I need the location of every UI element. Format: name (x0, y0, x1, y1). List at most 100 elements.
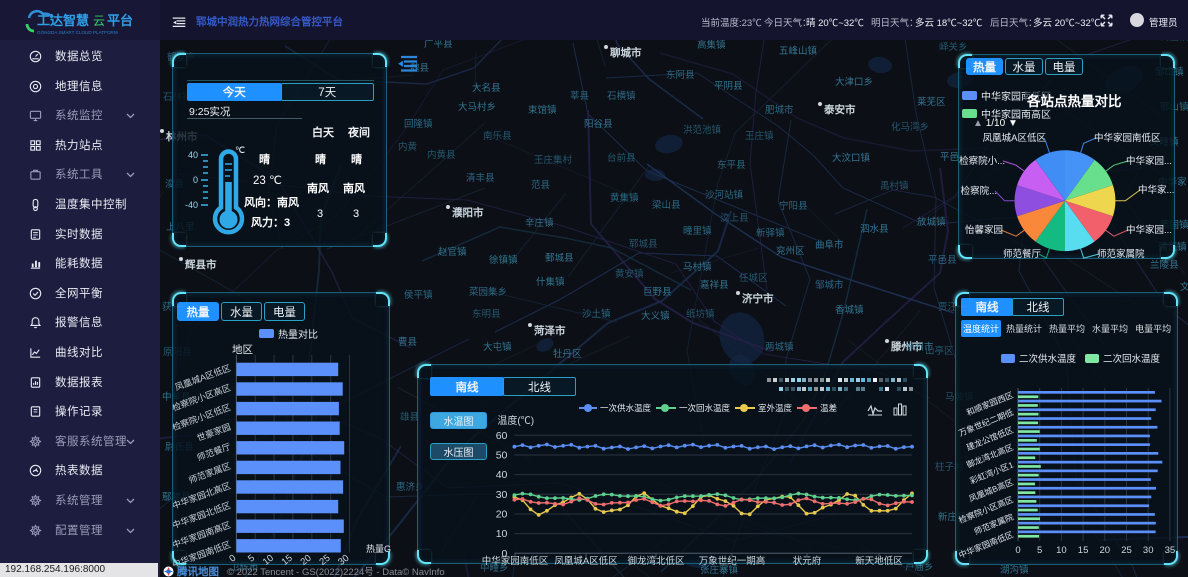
svg-text:沙河站镇: 沙河站镇 (705, 189, 744, 201)
svg-text:泗水县: 泗水县 (860, 223, 889, 235)
svg-text:鄄城县: 鄄城县 (545, 253, 574, 264)
svg-text:徐州市: 徐州市 (905, 341, 934, 353)
svg-text:兖州区: 兖州区 (776, 245, 805, 257)
svg-text:内黄: 内黄 (398, 141, 417, 153)
svg-text:世豪家园: 世豪家园 (195, 421, 232, 443)
svg-text:东阿县: 东阿县 (666, 69, 695, 81)
svg-text:化马湾乡: 化马湾乡 (891, 121, 929, 133)
svg-text:60: 60 (496, 430, 508, 442)
svg-text:50: 50 (496, 450, 508, 462)
svg-text:平邑县: 平邑县 (928, 255, 957, 266)
svg-text:曲阜市: 曲阜市 (815, 239, 844, 251)
svg-text:什集镇: 什集镇 (536, 276, 565, 288)
svg-text:香城镇: 香城镇 (835, 304, 864, 316)
svg-text:曹县: 曹县 (398, 336, 417, 348)
svg-text:大津口乡: 大津口乡 (835, 76, 873, 88)
svg-text:20: 20 (1100, 545, 1111, 556)
svg-text:兰陵县: 兰陵县 (1150, 259, 1179, 271)
svg-text:20: 20 (496, 509, 508, 521)
svg-text:大汶口镇: 大汶口镇 (832, 152, 871, 164)
svg-text:0: 0 (193, 175, 198, 185)
svg-text:黄集镇: 黄集镇 (610, 192, 639, 204)
svg-text:中华家园...: 中华家园... (1126, 224, 1172, 236)
svg-text:纸坊镇: 纸坊镇 (686, 308, 715, 320)
svg-text:王庄镇: 王庄镇 (745, 130, 774, 142)
svg-text:检察院小...: 检察院小... (959, 155, 1005, 167)
svg-text:两城镇: 两城镇 (765, 341, 794, 353)
svg-text:马村镇: 马村镇 (683, 261, 712, 273)
svg-text:大马村乡: 大马村乡 (458, 101, 496, 113)
svg-text:25: 25 (1121, 545, 1132, 556)
svg-text:洪范池镇: 洪范池镇 (683, 124, 722, 136)
svg-text:中华家园...: 中华家园... (1126, 155, 1172, 167)
svg-text:广平县: 广平县 (424, 40, 453, 50)
svg-text:40: 40 (188, 150, 198, 160)
svg-text:邹城市: 邹城市 (815, 279, 844, 291)
svg-text:中华家园南低区: 中华家园南低区 (1094, 132, 1161, 144)
svg-text:温度(℃): 温度(℃) (497, 414, 534, 427)
svg-text:嘉祥县: 嘉祥县 (700, 279, 729, 291)
svg-text:文: 文 (1180, 281, 1188, 293)
svg-text:巨野县: 巨野县 (643, 287, 672, 298)
svg-text:濮阳市: 濮阳市 (452, 206, 484, 219)
svg-text:大屯镇: 大屯镇 (483, 341, 512, 353)
svg-text:-40: -40 (185, 200, 198, 210)
svg-text:阳谷县: 阳谷县 (584, 119, 613, 130)
svg-text:大义镇: 大义镇 (641, 310, 670, 322)
svg-text:怡馨家园: 怡馨家园 (965, 224, 1003, 236)
svg-text:牡丹区: 牡丹区 (553, 348, 582, 360)
svg-text:范县: 范县 (531, 179, 550, 191)
svg-text:师范餐厅: 师范餐厅 (195, 440, 232, 462)
svg-text:张庄寨镇: 张庄寨镇 (700, 564, 739, 576)
svg-text:济宁市: 济宁市 (742, 292, 774, 305)
svg-text:石横镇: 石横镇 (607, 90, 636, 102)
svg-text:0: 0 (227, 553, 238, 565)
svg-text:菏泽市: 菏泽市 (534, 324, 566, 337)
svg-text:束馆镇: 束馆镇 (528, 104, 557, 116)
svg-text:禹村镇: 禹村镇 (880, 180, 909, 192)
svg-text:凤凰城A区低区: 凤凰城A区低区 (983, 132, 1047, 144)
svg-text:回隆镇: 回隆镇 (404, 118, 433, 130)
svg-text:聊城市: 聊城市 (610, 46, 642, 59)
svg-text:清丰县: 清丰县 (466, 172, 495, 184)
svg-text:辉县市: 辉县市 (185, 258, 217, 271)
svg-text:峄关乡: 峄关乡 (939, 41, 968, 53)
svg-text:王庄集村: 王庄集村 (534, 154, 573, 166)
svg-text:新驿镇: 新驿镇 (756, 227, 785, 239)
svg-text:东平县: 东平县 (717, 159, 746, 171)
svg-text:疃里镇: 疃里镇 (683, 225, 712, 237)
svg-text:肥城市: 肥城市 (765, 104, 794, 116)
svg-text:0: 0 (1015, 545, 1020, 556)
svg-text:15: 15 (1078, 545, 1089, 556)
svg-text:检察院...: 检察院... (961, 185, 997, 197)
svg-text:5: 5 (1037, 545, 1042, 556)
svg-text:40: 40 (496, 469, 508, 481)
svg-text:平阴县: 平阴县 (714, 81, 743, 92)
svg-text:30: 30 (496, 489, 508, 501)
svg-text:徐镇镇: 徐镇镇 (489, 254, 518, 266)
svg-text:莱芜区: 莱芜区 (917, 96, 946, 108)
svg-text:梁山县: 梁山县 (652, 199, 681, 211)
svg-text:泰安市: 泰安市 (823, 103, 856, 116)
svg-text:高集镇: 高集镇 (697, 40, 726, 51)
svg-text:10: 10 (496, 528, 508, 540)
svg-text:赵官镇: 赵官镇 (438, 246, 467, 258)
svg-text:莘县: 莘县 (570, 90, 589, 102)
svg-text:大名县: 大名县 (472, 82, 501, 94)
svg-text:沙土镇: 沙土镇 (582, 308, 611, 320)
svg-text:30: 30 (1143, 545, 1154, 556)
svg-text:10: 10 (1056, 545, 1067, 556)
svg-text:师范家属院: 师范家属院 (1097, 248, 1145, 260)
svg-text:台前县: 台前县 (607, 152, 636, 164)
svg-text:黄安镇: 黄安镇 (615, 268, 644, 280)
svg-text:南乐县: 南乐县 (483, 130, 512, 142)
svg-text:师范餐厅: 师范餐厅 (1003, 248, 1042, 260)
svg-text:郓城县: 郓城县 (629, 239, 658, 250)
svg-text:高庄镇: 高庄镇 (1160, 40, 1188, 43)
svg-text:辛庄镇: 辛庄镇 (525, 217, 554, 229)
svg-text:汶上县: 汶上县 (720, 212, 749, 224)
svg-text:五峰山镇: 五峰山镇 (779, 45, 818, 57)
svg-text:5: 5 (246, 553, 257, 565)
svg-text:东明县: 东明县 (472, 308, 501, 320)
svg-text:平邑: 平邑 (940, 152, 959, 163)
